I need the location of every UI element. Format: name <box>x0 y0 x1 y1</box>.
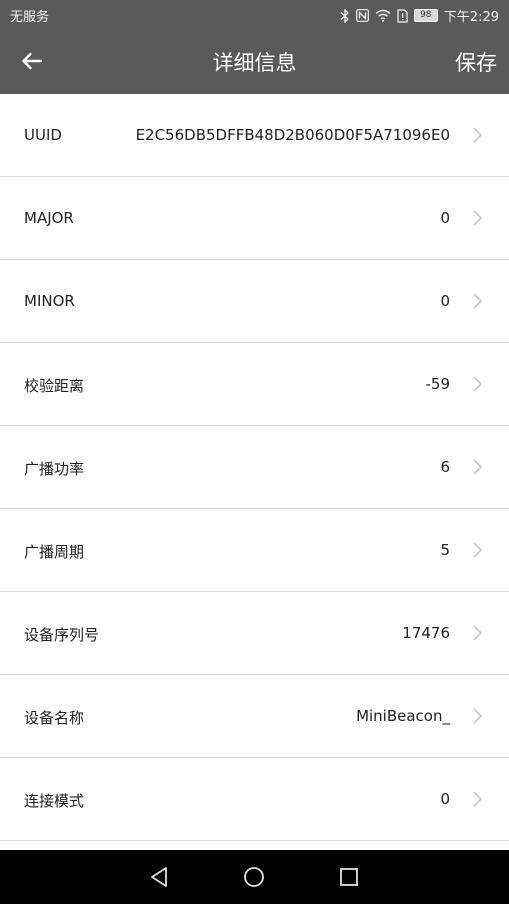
sim-icon <box>397 8 408 23</box>
field-row-serial-number[interactable]: 设备序列号 17476 <box>0 592 509 675</box>
chevron-right-icon <box>473 127 483 143</box>
chevron-right-icon <box>473 293 483 309</box>
field-value: MiniBeacon_ <box>356 707 450 725</box>
field-row-measured-distance[interactable]: 校验距离 -59 <box>0 343 509 426</box>
field-label: 校验距离 <box>24 377 85 395</box>
field-value: 0 <box>440 790 450 808</box>
home-circle-icon[interactable] <box>242 865 266 889</box>
field-value: E2C56DB5DFFB48D2B060D0F5A71096E0 <box>135 126 450 144</box>
field-label: 设备名称 <box>24 709 85 727</box>
field-row-connect-mode[interactable]: 连接模式 0 <box>0 758 509 841</box>
wifi-icon <box>375 9 391 23</box>
status-icons: 98 下午2:29 <box>340 6 499 25</box>
field-label: 广播功率 <box>24 460 85 478</box>
field-value: 6 <box>440 458 450 476</box>
back-triangle-icon[interactable] <box>147 865 171 889</box>
page-title: 详细信息 <box>212 51 297 75</box>
field-row-uuid[interactable]: UUID E2C56DB5DFFB48D2B060D0F5A71096E0 <box>0 94 509 177</box>
field-label: 连接模式 <box>24 792 85 810</box>
chevron-right-icon <box>473 625 483 641</box>
system-nav-bar <box>0 850 509 904</box>
app-bar: 详细信息 保存 <box>0 28 509 94</box>
detail-list: UUID E2C56DB5DFFB48D2B060D0F5A71096E0 MA… <box>0 94 509 841</box>
field-row-tx-power[interactable]: 广播功率 6 <box>0 426 509 509</box>
field-value: 0 <box>440 209 450 227</box>
chevron-right-icon <box>473 791 483 807</box>
chevron-right-icon <box>473 210 483 226</box>
field-label: MINOR <box>24 292 75 310</box>
field-value: 0 <box>440 292 450 310</box>
bluetooth-icon <box>340 8 350 23</box>
field-value: 17476 <box>402 624 450 642</box>
chevron-right-icon <box>473 708 483 724</box>
field-row-major[interactable]: MAJOR 0 <box>0 177 509 260</box>
clock: 下午2:29 <box>443 10 499 25</box>
field-row-minor[interactable]: MINOR 0 <box>0 260 509 343</box>
field-label: UUID <box>24 126 62 144</box>
nfc-icon <box>355 9 369 23</box>
chevron-right-icon <box>473 459 483 475</box>
save-button[interactable]: 保存 <box>455 47 497 77</box>
carrier-label: 无服务 <box>10 10 50 25</box>
field-label: 广播周期 <box>24 543 85 561</box>
battery-icon: 98 <box>413 9 438 22</box>
field-row-adv-interval[interactable]: 广播周期 5 <box>0 509 509 592</box>
field-row-device-name[interactable]: 设备名称 MiniBeacon_ <box>0 675 509 758</box>
field-value: 5 <box>440 541 450 559</box>
field-label: MAJOR <box>24 209 74 227</box>
status-bar: 无服务 98 下午2:29 <box>0 0 509 28</box>
field-label: 设备序列号 <box>24 626 100 644</box>
chevron-right-icon <box>473 376 483 392</box>
chevron-right-icon <box>473 542 483 558</box>
field-value: -59 <box>425 375 451 393</box>
recents-square-icon[interactable] <box>337 865 361 889</box>
